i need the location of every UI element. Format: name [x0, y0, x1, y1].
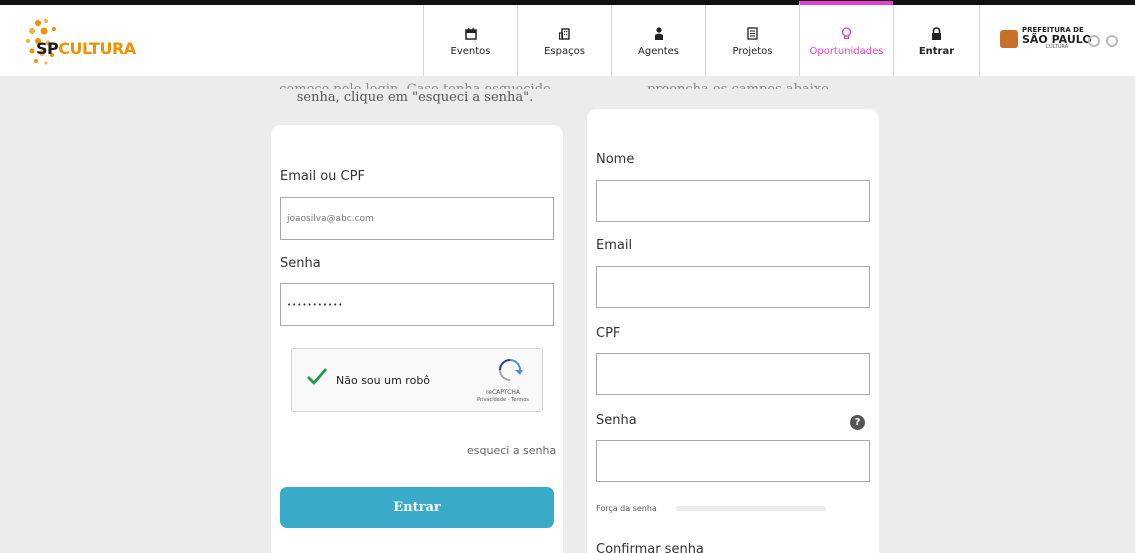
prefeitura-logo[interactable]: PREFEITURA DE SÃO PAULO CULTURA: [1000, 27, 1092, 50]
recaptcha-brand: reCAPTCHA: [485, 389, 521, 396]
password-help-icon[interactable]: ?: [850, 415, 865, 430]
nav-espacos-label: Espaços: [544, 45, 585, 57]
header-icons: [1088, 35, 1118, 47]
signup-card: Nome Email CPF Senha ? Força da senha Co…: [587, 109, 879, 553]
document-icon: [747, 25, 758, 43]
nav-entrar[interactable]: Entrar: [893, 5, 980, 76]
cpf-label: CPF: [596, 326, 621, 341]
logo-sp: SP: [36, 39, 59, 58]
main-nav: Eventos Espaços Agentes Projetos Oportun…: [423, 1, 980, 76]
checkmark-icon[interactable]: [306, 365, 328, 387]
nav-eventos-label: Eventos: [450, 45, 491, 57]
help-icon[interactable]: [1106, 35, 1118, 47]
nav-projetos[interactable]: Projetos: [705, 5, 799, 76]
login-intro: comece pelo login. Caso tenha esquecido …: [270, 81, 560, 106]
signup-intro: preencha os campos abaixo.: [620, 81, 860, 89]
lock-icon: [931, 25, 942, 43]
lightbulb-icon: [841, 25, 852, 43]
nav-projetos-label: Projetos: [732, 45, 773, 57]
nav-oportunidades-label: Oportunidades: [809, 45, 884, 57]
spcultura-logo[interactable]: SPCULTURA: [24, 17, 184, 67]
site-header: SPCULTURA Eventos Espaços Agentes Projet…: [0, 0, 1135, 76]
password-strength-bar: [676, 506, 826, 511]
crest-icon: [1000, 29, 1018, 48]
signup-email-label: Email: [596, 238, 633, 253]
signup-password-label: Senha: [596, 413, 637, 428]
recaptcha-label: Não sou um robô: [336, 374, 431, 387]
signup-password-input[interactable]: [596, 440, 870, 482]
password-strength-label: Força da senha: [596, 504, 657, 513]
signup-intro-cut: preencha os campos abaixo.: [620, 81, 860, 89]
person-icon: [653, 25, 665, 43]
login-card: Email ou CPF joaosilva@abc.com Senha •••…: [271, 125, 563, 553]
recaptcha-links[interactable]: Privacidade - Termos: [468, 397, 538, 403]
name-input[interactable]: [596, 180, 870, 222]
logo-cultura: CULTURA: [58, 39, 136, 58]
recaptcha-widget[interactable]: Não sou um robô reCAPTCHA Privacidade - …: [291, 348, 543, 412]
confirm-password-label: Confirmar senha: [596, 542, 704, 553]
forgot-password-link[interactable]: esqueci a senha: [467, 444, 556, 457]
recaptcha-logo-icon: [499, 359, 523, 381]
email-cpf-input[interactable]: joaosilva@abc.com: [280, 197, 554, 240]
password-label: Senha: [280, 256, 321, 271]
nav-oportunidades[interactable]: Oportunidades: [799, 1, 893, 76]
building-icon: [558, 25, 571, 43]
nav-agentes-label: Agentes: [638, 45, 679, 57]
nav-agentes[interactable]: Agentes: [611, 5, 705, 76]
email-cpf-label: Email ou CPF: [280, 169, 365, 184]
info-icon[interactable]: [1088, 35, 1100, 47]
login-intro-cut: comece pelo login. Caso tenha esquecido …: [270, 81, 560, 89]
calendar-icon: [464, 25, 477, 43]
login-intro-line: senha, clique em "esqueci a senha".: [296, 90, 534, 105]
cpf-input[interactable]: [596, 353, 870, 395]
signup-email-input[interactable]: [596, 266, 870, 308]
nav-espacos[interactable]: Espaços: [517, 5, 611, 76]
nav-eventos[interactable]: Eventos: [423, 5, 517, 76]
name-label: Nome: [596, 152, 635, 167]
nav-entrar-label: Entrar: [918, 45, 955, 57]
login-submit-button[interactable]: Entrar: [280, 487, 554, 528]
password-input[interactable]: •••••••••••: [280, 283, 554, 326]
